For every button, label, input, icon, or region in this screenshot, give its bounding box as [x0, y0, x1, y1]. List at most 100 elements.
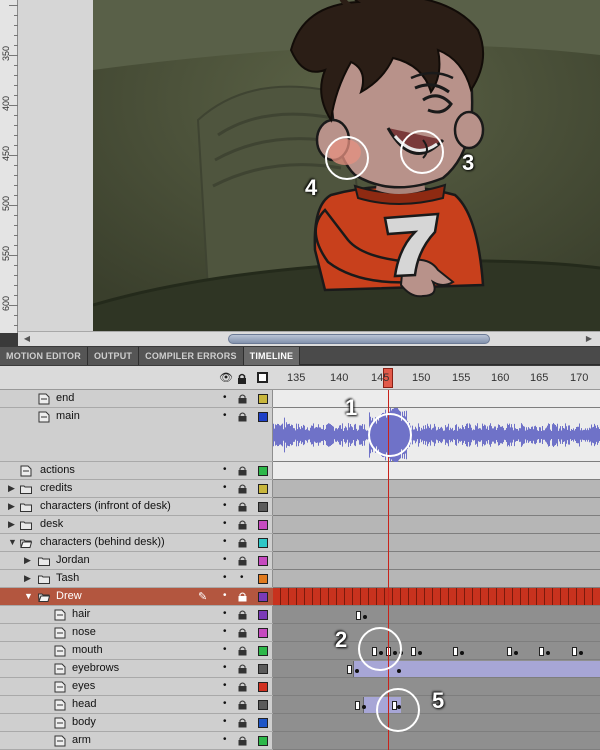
layer-row-drew[interactable]: ▼ Drew ✎ •: [0, 588, 273, 606]
lock-icon[interactable]: [238, 592, 247, 602]
layer-color-swatch[interactable]: [258, 574, 268, 584]
lock-icon[interactable]: [238, 736, 247, 746]
expand-triangle-icon[interactable]: ▶: [8, 483, 15, 494]
scrollbar-thumb[interactable]: [228, 334, 490, 344]
visibility-dot[interactable]: •: [223, 464, 227, 475]
layer-row-desk[interactable]: ▶ desk •: [0, 516, 273, 534]
layer-row-head[interactable]: head •: [0, 696, 273, 714]
lock-icon[interactable]: [238, 646, 247, 656]
layer-color-swatch[interactable]: [258, 592, 268, 602]
visibility-dot[interactable]: •: [223, 572, 227, 583]
layer-color-swatch[interactable]: [258, 628, 268, 638]
frames-drew[interactable]: [273, 588, 600, 606]
tab-compiler-errors[interactable]: COMPILER ERRORS: [139, 347, 244, 365]
layer-color-swatch[interactable]: [258, 556, 268, 566]
lock-icon[interactable]: [238, 682, 247, 692]
expand-triangle-icon[interactable]: ▶: [24, 555, 31, 566]
layer-row-arm[interactable]: arm •: [0, 732, 273, 750]
layer-color-swatch[interactable]: [258, 520, 268, 530]
lock-icon[interactable]: [238, 502, 247, 512]
tab-motion-editor[interactable]: MOTION EDITOR: [0, 347, 88, 365]
visibility-dot[interactable]: •: [223, 536, 227, 547]
layer-row-characters-infront[interactable]: ▶ characters (infront of desk) •: [0, 498, 273, 516]
frames-arm[interactable]: [273, 732, 600, 750]
layer-color-swatch[interactable]: [258, 718, 268, 728]
lock-icon[interactable]: [238, 628, 247, 638]
eye-icon[interactable]: 👁: [219, 371, 233, 384]
layer-row-mouth[interactable]: mouth •: [0, 642, 273, 660]
expand-triangle-icon[interactable]: ▶: [8, 519, 15, 530]
scroll-left-arrow-icon[interactable]: ◀: [20, 333, 34, 345]
layer-row-hair[interactable]: hair •: [0, 606, 273, 624]
frames-nose[interactable]: [273, 624, 600, 642]
layer-row-end[interactable]: end •: [0, 390, 273, 408]
lock-icon[interactable]: [238, 700, 247, 710]
visibility-dot[interactable]: •: [223, 554, 227, 565]
stage-area[interactable]: 350 400 450 500 550 600: [0, 0, 600, 333]
layer-row-body[interactable]: body •: [0, 714, 273, 732]
frames-eyebrows[interactable]: [273, 660, 600, 678]
layer-row-main[interactable]: main •: [0, 408, 273, 462]
frames-jordan[interactable]: [273, 552, 600, 570]
layer-color-swatch[interactable]: [258, 736, 268, 746]
layer-color-swatch[interactable]: [258, 538, 268, 548]
layer-color-swatch[interactable]: [258, 466, 268, 476]
lock-icon[interactable]: [238, 538, 247, 548]
layer-color-swatch[interactable]: [258, 394, 268, 404]
lock-icon[interactable]: [238, 466, 247, 476]
visibility-dot[interactable]: •: [223, 518, 227, 529]
frames-main-audio[interactable]: [273, 404, 600, 466]
visibility-dot[interactable]: •: [223, 482, 227, 493]
frames-desk[interactable]: [273, 516, 600, 534]
expand-triangle-icon[interactable]: ▶: [24, 573, 31, 584]
visibility-dot[interactable]: •: [223, 662, 227, 673]
frames-credits[interactable]: [273, 480, 600, 498]
layer-color-swatch[interactable]: [258, 646, 268, 656]
visibility-dot[interactable]: •: [223, 734, 227, 745]
lock-icon[interactable]: [238, 664, 247, 674]
layer-color-swatch[interactable]: [258, 610, 268, 620]
visibility-dot[interactable]: •: [223, 626, 227, 637]
visibility-dot[interactable]: •: [223, 392, 227, 403]
lock-icon[interactable]: [238, 394, 247, 404]
layer-color-swatch[interactable]: [258, 502, 268, 512]
layer-row-nose[interactable]: nose •: [0, 624, 273, 642]
collapse-triangle-icon[interactable]: ▼: [24, 591, 33, 601]
frames-characters-behind[interactable]: [273, 534, 600, 552]
layer-row-credits[interactable]: ▶ credits •: [0, 480, 273, 498]
collapse-triangle-icon[interactable]: ▼: [8, 537, 17, 547]
layer-row-eyebrows[interactable]: eyebrows •: [0, 660, 273, 678]
scroll-right-arrow-icon[interactable]: ▶: [582, 333, 596, 345]
frames-characters-infront[interactable]: [273, 498, 600, 516]
layer-row-tash[interactable]: ▶ Tash • •: [0, 570, 273, 588]
layer-color-swatch[interactable]: [258, 412, 268, 422]
frames-hair[interactable]: [273, 606, 600, 624]
lock-icon[interactable]: [238, 718, 247, 728]
expand-triangle-icon[interactable]: ▶: [8, 501, 15, 512]
visibility-dot[interactable]: •: [223, 680, 227, 691]
frames-body[interactable]: [273, 714, 600, 732]
visibility-dot[interactable]: •: [223, 698, 227, 709]
visibility-dot[interactable]: •: [223, 644, 227, 655]
lock-icon[interactable]: [238, 556, 247, 566]
lock-icon[interactable]: [237, 373, 247, 385]
lock-icon[interactable]: [238, 412, 247, 422]
layer-color-swatch[interactable]: [258, 682, 268, 692]
frames-end[interactable]: [273, 390, 600, 408]
lock-icon[interactable]: [238, 610, 247, 620]
visibility-dot[interactable]: •: [223, 608, 227, 619]
layer-color-swatch[interactable]: [258, 484, 268, 494]
visibility-dot[interactable]: •: [223, 716, 227, 727]
visibility-dot[interactable]: •: [223, 590, 227, 601]
layer-row-jordan[interactable]: ▶ Jordan •: [0, 552, 273, 570]
layer-row-actions[interactable]: actions •: [0, 462, 273, 480]
layer-color-swatch[interactable]: [258, 700, 268, 710]
lock-dot[interactable]: •: [240, 572, 244, 583]
layer-color-swatch[interactable]: [258, 664, 268, 674]
outline-icon[interactable]: [257, 372, 268, 383]
tab-output[interactable]: OUTPUT: [87, 347, 140, 365]
frames-actions[interactable]: [273, 462, 600, 480]
frames-mouth[interactable]: [273, 642, 600, 660]
frames-tash[interactable]: [273, 570, 600, 588]
visibility-dot[interactable]: •: [223, 500, 227, 511]
